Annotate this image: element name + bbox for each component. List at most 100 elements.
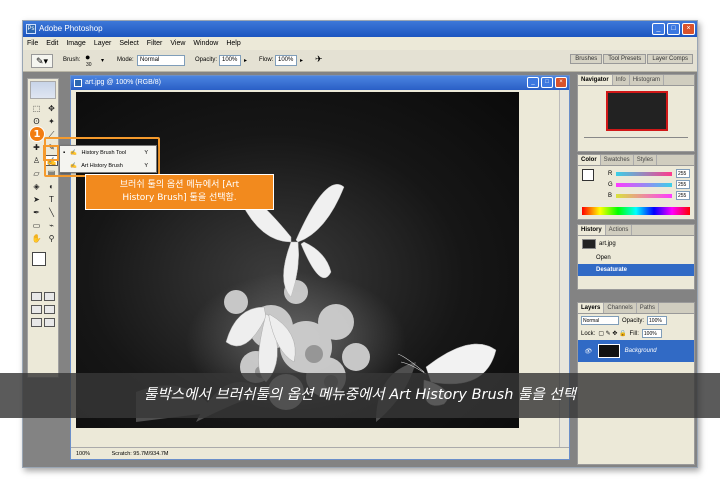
tab-paths[interactable]: Paths bbox=[637, 303, 660, 313]
document-title-bar: art.jpg @ 100% (RGB/8) _ □ × bbox=[71, 76, 569, 90]
color-swatches bbox=[30, 250, 56, 286]
adobe-feather-icon[interactable] bbox=[30, 81, 56, 99]
channel-b-slider[interactable] bbox=[616, 193, 672, 198]
clone-stamp-tool-icon[interactable]: ♙ bbox=[30, 155, 43, 166]
flyout-item-shortcut: Y bbox=[144, 163, 148, 169]
tab-history[interactable]: History bbox=[578, 225, 606, 235]
menu-window[interactable]: Window bbox=[193, 37, 218, 50]
layer-name: Background bbox=[624, 348, 657, 354]
tab-styles[interactable]: Styles bbox=[634, 155, 658, 165]
flyout-item-art-history-brush[interactable]: ✍ Art History Brush Y bbox=[60, 160, 156, 172]
callout-line-1: 브러쉬 툴의 옵션 메뉴에서 [Art bbox=[119, 180, 240, 190]
menu-file[interactable]: File bbox=[27, 37, 38, 50]
close-button[interactable]: × bbox=[682, 23, 695, 35]
dodge-tool-icon[interactable]: ◐ bbox=[45, 181, 58, 192]
shape-tool-icon[interactable]: ╲ bbox=[45, 207, 58, 218]
eyedropper-tool-icon[interactable]: ⌁ bbox=[45, 220, 58, 231]
document-status-bar: 100% Scratch: 95.7M/934.7M bbox=[71, 447, 569, 459]
snapshot-label: art.jpg bbox=[599, 241, 616, 247]
flow-label: Flow: bbox=[259, 57, 274, 63]
menu-layer[interactable]: Layer bbox=[94, 37, 112, 50]
opacity-arrow-icon[interactable]: ▸ bbox=[244, 57, 247, 64]
photoshop-app-icon: Ps bbox=[26, 24, 36, 34]
channel-r-slider[interactable] bbox=[616, 171, 672, 176]
tab-navigator[interactable]: Navigator bbox=[578, 75, 613, 85]
history-snapshot[interactable]: art.jpg bbox=[578, 236, 694, 252]
fill-input[interactable]: 100% bbox=[641, 329, 662, 338]
jump-to-imageready-button[interactable] bbox=[44, 318, 55, 327]
screen-mode-full-button[interactable] bbox=[31, 318, 42, 327]
well-tab-layer-comps[interactable]: Layer Comps bbox=[647, 54, 693, 64]
mode-select[interactable]: Normal bbox=[137, 55, 185, 66]
history-item-open[interactable]: Open bbox=[578, 252, 694, 264]
doc-minimize-button[interactable]: _ bbox=[527, 77, 539, 88]
brush-tip-icon[interactable]: ● bbox=[85, 52, 90, 62]
path-selection-tool-icon[interactable]: ➤ bbox=[30, 194, 43, 205]
minimize-button[interactable]: _ bbox=[652, 23, 665, 35]
menu-select[interactable]: Select bbox=[119, 37, 138, 50]
menu-help[interactable]: Help bbox=[226, 37, 240, 50]
tab-color[interactable]: Color bbox=[578, 155, 601, 165]
flow-arrow-icon[interactable]: ▸ bbox=[300, 57, 303, 64]
layer-opacity-input[interactable]: 100% bbox=[647, 316, 668, 325]
tab-swatches[interactable]: Swatches bbox=[601, 155, 634, 165]
tab-layers[interactable]: Layers bbox=[578, 303, 605, 313]
menu-filter[interactable]: Filter bbox=[147, 37, 163, 50]
brush-label: Brush: bbox=[63, 57, 81, 63]
zoom-level[interactable]: 100% bbox=[76, 451, 90, 457]
history-item-desaturate[interactable]: Desaturate bbox=[578, 264, 694, 276]
tab-info[interactable]: Info bbox=[613, 75, 630, 85]
channel-r-value[interactable]: 255 bbox=[676, 169, 690, 178]
hand-tool-icon[interactable]: ✋ bbox=[30, 233, 43, 244]
document-icon bbox=[74, 79, 82, 87]
blur-tool-icon[interactable]: ◈ bbox=[30, 181, 43, 192]
foreground-color-swatch[interactable] bbox=[32, 252, 46, 266]
marquee-tool-icon[interactable]: ⬚ bbox=[30, 103, 43, 114]
flyout-item-shortcut: Y bbox=[144, 150, 148, 156]
zoom-slider[interactable] bbox=[584, 137, 688, 143]
screen-mode-standard-button[interactable] bbox=[31, 305, 42, 314]
notes-tool-icon[interactable]: ▭ bbox=[30, 220, 43, 231]
channel-b-value[interactable]: 255 bbox=[676, 191, 690, 200]
blend-mode-select[interactable]: Normal bbox=[581, 316, 619, 325]
menu-view[interactable]: View bbox=[170, 37, 185, 50]
magic-wand-tool-icon[interactable]: ✦ bbox=[45, 116, 58, 127]
well-tab-tool-presets[interactable]: Tool Presets bbox=[603, 54, 647, 64]
brush-dropdown-arrow-icon[interactable]: ▾ bbox=[101, 57, 104, 64]
color-palette-foreground-swatch[interactable] bbox=[582, 169, 594, 181]
tab-channels[interactable]: Channels bbox=[604, 303, 637, 313]
tab-histogram[interactable]: Histogram bbox=[630, 75, 665, 85]
screen-mode-full-menu-button[interactable] bbox=[44, 305, 55, 314]
maximize-button[interactable]: □ bbox=[667, 23, 680, 35]
healing-brush-tool-icon[interactable]: ✚ bbox=[30, 142, 43, 153]
doc-close-button[interactable]: × bbox=[555, 77, 567, 88]
pen-tool-icon[interactable]: ✒ bbox=[30, 207, 43, 218]
quick-mask-mode-button[interactable] bbox=[44, 292, 55, 301]
type-tool-icon[interactable]: T bbox=[45, 194, 58, 205]
flyout-item-label: History Brush Tool bbox=[81, 150, 127, 156]
channel-g-slider[interactable] bbox=[616, 182, 672, 187]
menu-image[interactable]: Image bbox=[66, 37, 85, 50]
layer-background[interactable]: 👁 Background bbox=[578, 340, 694, 362]
eye-icon[interactable]: 👁 bbox=[584, 348, 592, 355]
menu-edit[interactable]: Edit bbox=[46, 37, 58, 50]
art-history-brush-icon: ✍ bbox=[70, 163, 77, 169]
opacity-input[interactable]: 100% bbox=[219, 55, 241, 66]
zoom-tool-icon[interactable]: ⚲ bbox=[45, 233, 58, 244]
flyout-item-history-brush[interactable]: ▪ ✍ History Brush Tool Y bbox=[60, 147, 156, 159]
lock-icons[interactable]: ▢ ✎ ✥ 🔒 bbox=[598, 330, 626, 337]
doc-maximize-button[interactable]: □ bbox=[541, 77, 553, 88]
caption-banner: 툴박스에서 브러쉬툴의 옵션 메뉴중에서 Art History Brush 툴… bbox=[0, 373, 720, 418]
history-brush-tool-preset-icon[interactable]: ✎▾ bbox=[31, 54, 53, 68]
flow-input[interactable]: 100% bbox=[275, 55, 297, 66]
move-tool-icon[interactable]: ✥ bbox=[45, 103, 58, 114]
navigator-preview[interactable] bbox=[606, 91, 668, 131]
channel-g-label: G bbox=[608, 181, 613, 188]
tab-actions[interactable]: Actions bbox=[606, 225, 633, 235]
channel-g-value[interactable]: 255 bbox=[676, 180, 690, 189]
well-tab-brushes[interactable]: Brushes bbox=[570, 54, 603, 64]
standard-mode-button[interactable] bbox=[31, 292, 42, 301]
eraser-tool-icon[interactable]: ▱ bbox=[30, 168, 43, 179]
airbrush-icon[interactable]: ✈ bbox=[315, 54, 323, 65]
color-spectrum-ramp[interactable] bbox=[582, 207, 690, 215]
